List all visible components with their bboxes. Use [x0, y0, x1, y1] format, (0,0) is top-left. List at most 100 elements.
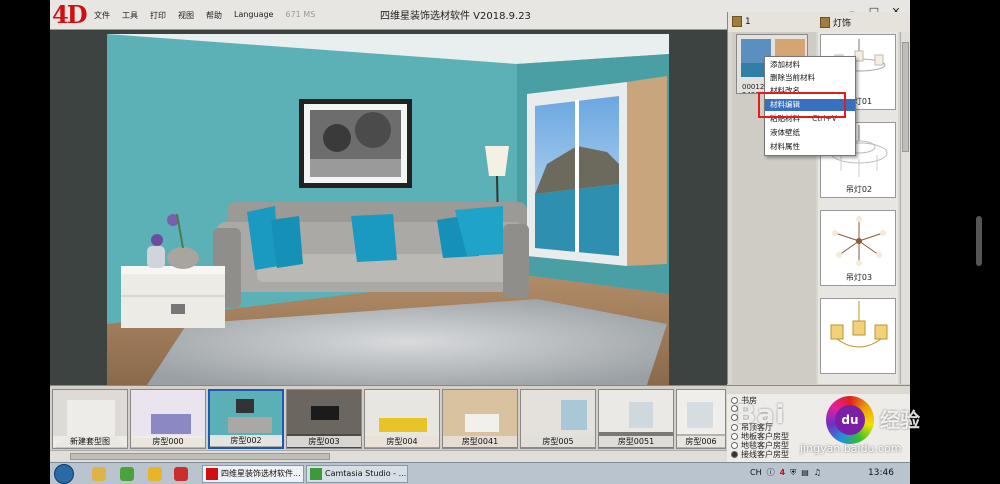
lamp-label-2: 吊灯02 [845, 185, 873, 194]
right-black-bar [910, 0, 1000, 484]
ctx-item-label: 材料属性 [770, 142, 800, 151]
app-launcher-icon[interactable] [174, 467, 188, 481]
wechat-icon[interactable] [120, 467, 134, 481]
taskbar-task[interactable]: Camtasia Studio - ... [306, 465, 408, 483]
scroll-thumb[interactable] [902, 42, 909, 152]
room-type-label: 地毯客户房型 [741, 441, 789, 450]
room-type-collapse-bar[interactable] [727, 386, 910, 394]
room-thumb-label: 房型002 [210, 435, 282, 446]
sputnik-chandelier-icon [832, 216, 886, 266]
folder-icon[interactable] [92, 467, 106, 481]
room-thumb-label: 房型004 [365, 436, 439, 447]
menu-help[interactable]: 帮助 [200, 8, 228, 23]
room-thumbnail-strip: 新建套型图 房型000 房型002 房型003 房型004 房型0041 房型0… [50, 385, 727, 450]
menu-print[interactable]: 打印 [144, 8, 172, 23]
windows-taskbar: 四维星装饰选材软件... Camtasia Studio - ... CH ⓘ … [50, 462, 910, 484]
memory-readout: 671 MS [285, 10, 316, 19]
task-label: Camtasia Studio - ... [325, 469, 407, 478]
material-count: 1 [745, 16, 751, 27]
radio-icon [731, 433, 738, 440]
room-thumb-new[interactable]: 新建套型图 [52, 389, 128, 449]
menu-language[interactable]: Language [228, 8, 279, 23]
menu-view[interactable]: 视图 [172, 8, 200, 23]
room-type-panel: 书房 吊顶客厅 地板客户房型 地毯客户房型 接线客户房型 [727, 385, 910, 462]
shield-icon[interactable]: ⛨ [790, 468, 796, 478]
room-render-view[interactable] [107, 34, 669, 385]
tray-app-icon[interactable]: 4 [780, 468, 786, 477]
camtasia-icon [310, 468, 322, 480]
room-type-item[interactable]: 书房 [731, 396, 757, 405]
room-thumb-label: 房型0051 [599, 436, 673, 447]
ctx-add-material[interactable]: 添加材料 [765, 59, 855, 71]
room-thumb-002[interactable]: 房型002 [208, 389, 284, 449]
taskbar-clock[interactable]: 13:46 [868, 468, 894, 478]
room-type-item[interactable]: 地板客户房型 [731, 432, 789, 441]
scroll-thumb[interactable] [70, 453, 330, 460]
room-type-item[interactable]: 吊顶客厅 [731, 423, 773, 432]
lamp-icon [820, 17, 830, 28]
help-icon[interactable]: ⓘ [767, 467, 775, 478]
ctx-delete-material[interactable]: 删除当前材料 [765, 72, 855, 84]
room-thumb-0051[interactable]: 房型0051 [598, 389, 674, 449]
room-thumb-006[interactable]: 房型006 [676, 389, 726, 449]
gold-chandelier-icon [830, 301, 888, 348]
room-thumb-005[interactable]: 房型005 [520, 389, 596, 449]
ctx-item-label: 液体壁纸 [770, 128, 800, 137]
device-side-pill [976, 216, 982, 266]
lamp-card-4[interactable] [820, 298, 896, 374]
radio-icon [731, 405, 738, 412]
app-logo: 4D [52, 0, 88, 29]
menu-file[interactable]: 文件 [88, 8, 116, 23]
room-thumb-label: 房型006 [677, 436, 725, 447]
room-type-item-selected[interactable]: 接线客户房型 [731, 450, 789, 459]
room-thumb-label: 房型0041 [443, 436, 517, 447]
room-thumb-label: 房型005 [521, 436, 595, 447]
lamp-card-3[interactable]: 吊灯03 [820, 210, 896, 286]
radio-icon [731, 451, 738, 458]
ctx-item-label: 添加材料 [770, 60, 800, 69]
left-black-bar [0, 0, 50, 484]
room-thumb-004[interactable]: 房型004 [364, 389, 440, 449]
taskbar-task-active[interactable]: 四维星装饰选材软件... [202, 465, 304, 483]
ctx-liquid-wallpaper[interactable]: 液体壁纸 [765, 127, 855, 139]
volume-icon[interactable]: ♫ [814, 468, 821, 477]
highlight-annotation-box [758, 92, 846, 118]
radio-icon [731, 397, 738, 404]
radio-icon [731, 424, 738, 431]
room-type-label: 接线客户房型 [741, 450, 789, 459]
window-title: 四维星装饰选材软件 V2018.9.23 [380, 11, 531, 22]
material-icon [732, 16, 742, 27]
menu-bar: 文件 工具 打印 视图 帮助 Language 671 MS [88, 8, 321, 23]
room-type-item[interactable] [731, 414, 741, 421]
system-tray: CH ⓘ 4 ⛨ ▤ ♫ [750, 467, 821, 478]
start-button[interactable] [54, 464, 74, 484]
app-logo-icon [206, 468, 218, 480]
menu-tools[interactable]: 工具 [116, 8, 144, 23]
room-thumb-003[interactable]: 房型003 [286, 389, 362, 449]
network-icon[interactable]: ▤ [801, 468, 809, 477]
room-thumb-0041[interactable]: 房型0041 [442, 389, 518, 449]
room-render-image [107, 34, 669, 385]
room-type-item[interactable] [731, 405, 741, 412]
lamp-category-label: 灯饰 [833, 19, 852, 29]
lamp-label-3: 吊灯03 [845, 273, 873, 282]
room-thumb-000[interactable]: 房型000 [130, 389, 206, 449]
lamp-category-tab[interactable]: 灯饰 [820, 16, 851, 29]
input-language-indicator[interactable]: CH [750, 468, 762, 477]
room-type-label: 地板客户房型 [741, 432, 789, 441]
material-panel-header: 1 灯饰 [728, 12, 910, 32]
material-counter: 1 [732, 16, 751, 27]
lamp-list-scrollbar[interactable] [900, 32, 910, 384]
ctx-material-properties[interactable]: 材料属性 [765, 141, 855, 153]
task-label: 四维星装饰选材软件... [221, 469, 301, 478]
room-thumb-label: 房型000 [131, 436, 205, 447]
room-type-label: 吊顶客厅 [741, 423, 773, 432]
room-thumb-label: 房型003 [287, 436, 361, 447]
qq-icon[interactable] [148, 467, 162, 481]
radio-icon [731, 442, 738, 449]
room-type-item[interactable]: 地毯客户房型 [731, 441, 789, 450]
room-type-label: 书房 [741, 396, 757, 405]
render-viewport-frame [50, 30, 727, 385]
thumbnail-strip-scrollbar[interactable] [50, 450, 727, 462]
room-thumb-label: 新建套型图 [53, 436, 127, 447]
